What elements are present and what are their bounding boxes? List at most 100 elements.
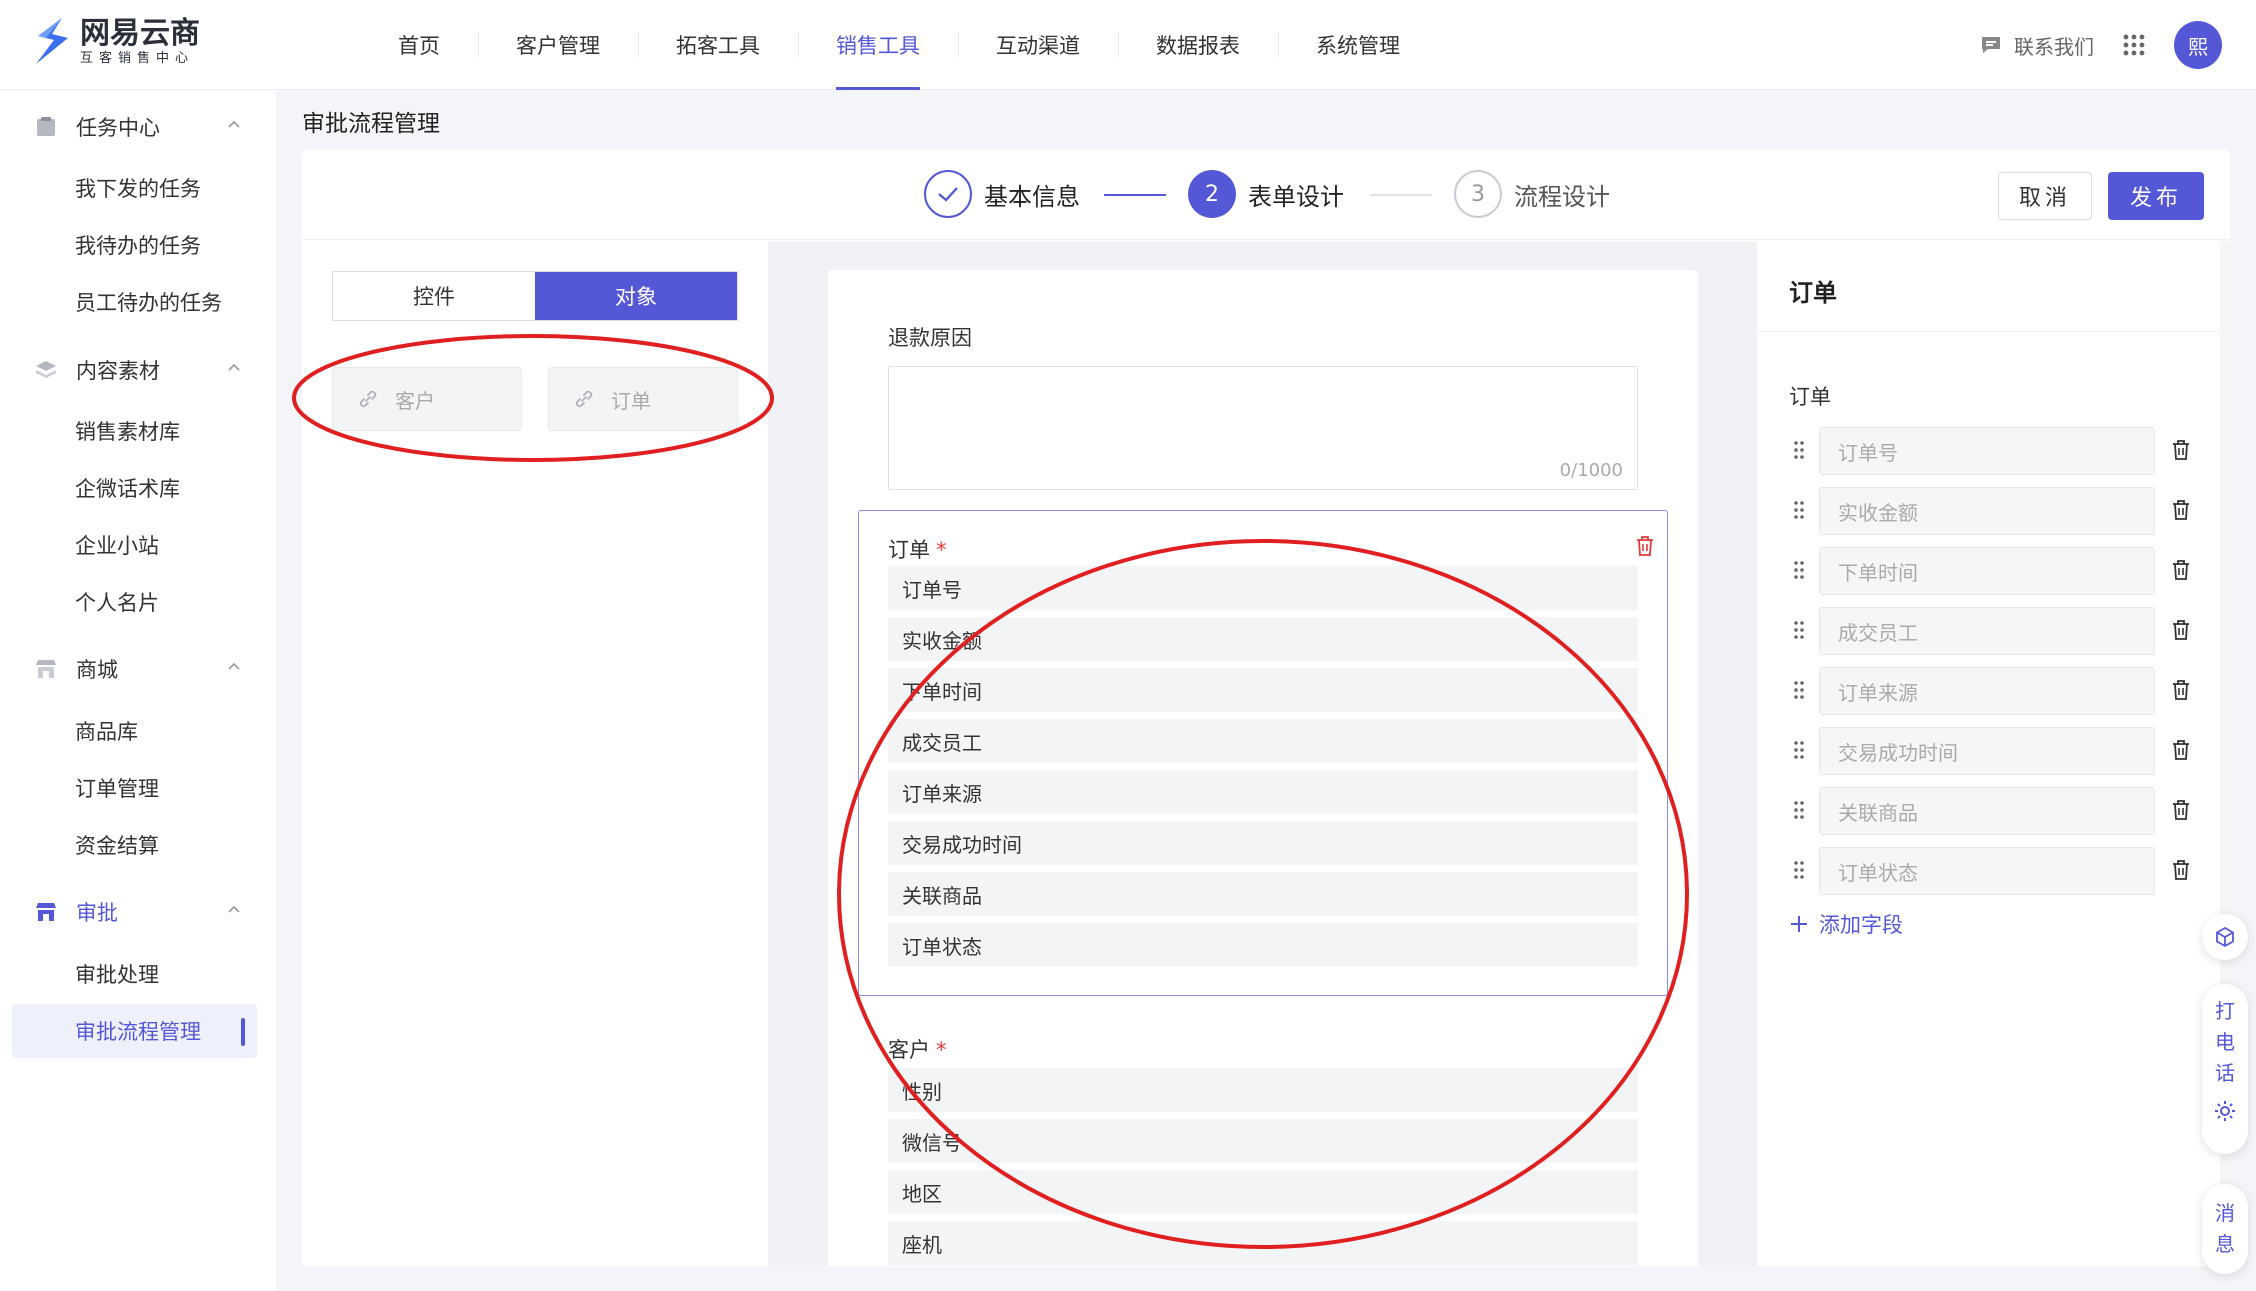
customer-field-wechat: 微信号: [888, 1119, 1638, 1163]
trash-icon[interactable]: [2171, 859, 2191, 881]
trash-icon[interactable]: [2171, 559, 2191, 581]
sidebar: 任务中心 我下发的任务 我待办的任务 员工待办的任务 内容素材 销售素材库 企微…: [0, 90, 276, 1291]
message-char: 消: [2215, 1201, 2235, 1225]
nav-data-reports[interactable]: 数据报表: [1118, 0, 1278, 90]
field-row: 订单状态: [1757, 847, 2230, 897]
brand-logo-icon: [36, 18, 68, 64]
apps-grid-icon[interactable]: [2122, 33, 2146, 57]
add-field-button[interactable]: 添加字段: [1789, 909, 1903, 939]
sidebar-item-business-card[interactable]: 个人名片: [12, 575, 257, 629]
step-flow-design[interactable]: 3 流程设计: [1454, 170, 1610, 218]
settings-icon[interactable]: [2213, 1099, 2237, 1123]
sidebar-item-approval-flow-management[interactable]: 审批流程管理: [12, 1004, 257, 1058]
publish-button[interactable]: 发布: [2108, 172, 2204, 220]
field-name-input[interactable]: 订单来源: [1819, 667, 2155, 715]
nav-system-management[interactable]: 系统管理: [1278, 0, 1438, 90]
nav-sales-tools[interactable]: 销售工具: [798, 0, 958, 90]
nav-prospecting-tools[interactable]: 拓客工具: [638, 0, 798, 90]
step-label: 流程设计: [1514, 182, 1610, 211]
step-form-design[interactable]: 2 表单设计: [1188, 170, 1344, 218]
sidebar-item-product-library[interactable]: 商品库: [12, 704, 257, 758]
tab-objects[interactable]: 对象: [535, 272, 737, 320]
sidebar-group-approval[interactable]: 审批: [0, 883, 276, 941]
trash-icon[interactable]: [2171, 679, 2191, 701]
link-icon: [359, 390, 377, 408]
drag-handle-icon[interactable]: [1793, 499, 1805, 521]
cancel-button[interactable]: 取消: [1998, 172, 2092, 220]
sidebar-group-content-materials[interactable]: 内容素材: [0, 341, 276, 399]
sidebar-item-sales-material-library[interactable]: 销售素材库: [12, 404, 257, 458]
sidebar-group-label: 任务中心: [76, 116, 160, 140]
order-field-paid-amount: 实收金额: [888, 617, 1638, 661]
sidebar-item-my-issued-tasks[interactable]: 我下发的任务: [12, 161, 257, 215]
order-label-text: 订单: [888, 538, 930, 562]
form-canvas: 退款原因 0/1000 订单 * 订单号 实收金额 下单时间 成交员工 订单来源 …: [828, 270, 1698, 1266]
nav-interaction-channels[interactable]: 互动渠道: [958, 0, 1118, 90]
sidebar-item-order-management[interactable]: 订单管理: [12, 761, 257, 815]
sidebar-item-staff-pending-tasks[interactable]: 员工待办的任务: [12, 275, 257, 329]
step-basic-info[interactable]: 基本信息: [924, 170, 1080, 218]
call-widget[interactable]: 打 电 话: [2202, 984, 2248, 1154]
field-name-input[interactable]: 关联商品: [1819, 787, 2155, 835]
logo[interactable]: 网易云商 互客销售中心: [32, 16, 200, 68]
object-customer[interactable]: 客户: [332, 367, 522, 431]
nav-customer-management[interactable]: 客户管理: [478, 0, 638, 90]
properties-subtitle: 订单: [1789, 385, 1831, 409]
message-widget[interactable]: 消 息: [2202, 1184, 2248, 1274]
trash-icon[interactable]: [2171, 739, 2191, 761]
sidebar-group-mall[interactable]: 商城: [0, 640, 276, 698]
refund-reason-label: 退款原因: [888, 326, 972, 350]
sidebar-item-wecom-script-library[interactable]: 企微话术库: [12, 461, 257, 515]
required-mark: *: [936, 538, 947, 562]
sidebar-group-task-center[interactable]: 任务中心: [0, 98, 276, 156]
field-name-input[interactable]: 下单时间: [1819, 547, 2155, 595]
drag-handle-icon[interactable]: [1793, 559, 1805, 581]
refund-reason-textarea[interactable]: 0/1000: [888, 366, 1638, 490]
trash-icon[interactable]: [2171, 439, 2191, 461]
field-name-input[interactable]: 实收金额: [1819, 487, 2155, 535]
drag-handle-icon[interactable]: [1793, 799, 1805, 821]
steps-bar: 基本信息 2 表单设计 3 流程设计 取消 发布: [302, 150, 2230, 240]
customer-field-region: 地区: [888, 1170, 1638, 1214]
tab-controls[interactable]: 控件: [333, 272, 535, 320]
chevron-up-icon: [228, 120, 240, 128]
trash-icon[interactable]: [2171, 499, 2191, 521]
sidebar-item-approval-processing[interactable]: 审批处理: [12, 947, 257, 1001]
sidebar-item-my-pending-tasks[interactable]: 我待办的任务: [12, 218, 257, 272]
layers-icon: [36, 361, 56, 378]
floating-cube-button[interactable]: [2202, 914, 2248, 960]
field-name-input[interactable]: 成交员工: [1819, 607, 2155, 655]
object-order[interactable]: 订单: [548, 367, 738, 431]
object-label: 订单: [611, 388, 651, 413]
drag-handle-icon[interactable]: [1793, 439, 1805, 461]
drag-handle-icon[interactable]: [1793, 859, 1805, 881]
plus-icon: [1791, 916, 1807, 932]
contact-us-link[interactable]: 联系我们: [1980, 31, 2094, 60]
drag-handle-icon[interactable]: [1793, 619, 1805, 641]
sidebar-item-fund-settlement[interactable]: 资金结算: [12, 818, 257, 872]
user-avatar[interactable]: 熙: [2174, 21, 2222, 69]
nav-home[interactable]: 首页: [360, 0, 478, 90]
field-row: 交易成功时间: [1757, 727, 2230, 777]
trash-icon[interactable]: [2171, 619, 2191, 641]
approval-icon: [36, 903, 56, 921]
step-number: 2: [1188, 170, 1236, 218]
field-name-input[interactable]: 订单状态: [1819, 847, 2155, 895]
field-name-input[interactable]: 交易成功时间: [1819, 727, 2155, 775]
drag-handle-icon[interactable]: [1793, 739, 1805, 761]
delete-block-icon[interactable]: [1634, 534, 1656, 558]
trash-icon[interactable]: [2171, 799, 2191, 821]
step-done-indicator: [924, 170, 972, 218]
field-row: 订单来源: [1757, 667, 2230, 717]
cube-icon: [2216, 926, 2234, 948]
sidebar-item-company-microsite[interactable]: 企业小站: [12, 518, 257, 572]
order-field-order-source: 订单来源: [888, 770, 1638, 814]
call-char: 打: [2215, 999, 2235, 1023]
contact-us-label: 联系我们: [2014, 34, 2094, 59]
panel-tabs: 控件 对象: [332, 271, 738, 321]
editor-card: 基本信息 2 表单设计 3 流程设计 取消 发布 控件 对象 客户 订单 退款原…: [302, 150, 2230, 1266]
order-field-related-product: 关联商品: [888, 872, 1638, 916]
field-name-input[interactable]: 订单号: [1819, 427, 2155, 475]
call-char: 电: [2215, 1030, 2235, 1054]
drag-handle-icon[interactable]: [1793, 679, 1805, 701]
